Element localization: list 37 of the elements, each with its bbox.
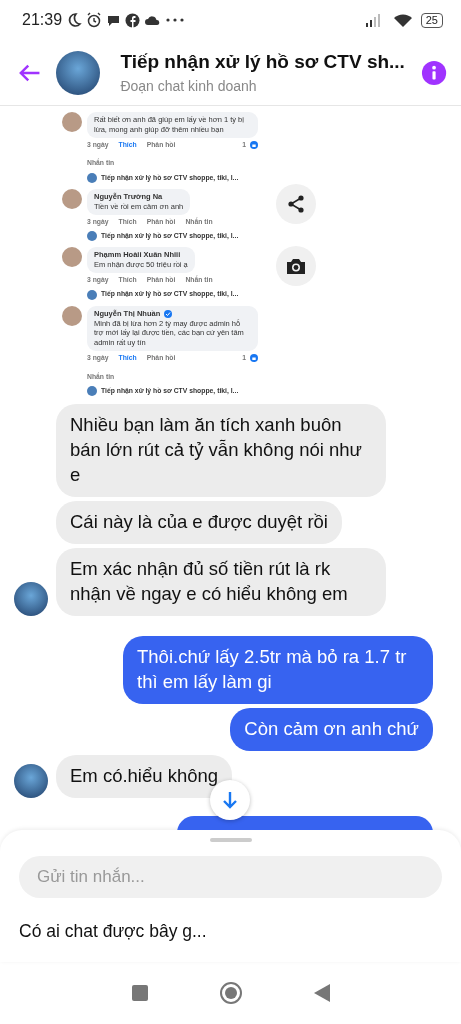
commenter-avatar bbox=[62, 305, 82, 326]
share-button[interactable] bbox=[276, 184, 316, 224]
cloud-icon bbox=[144, 13, 162, 27]
received-message: Cái này là của e được duyệt rồi bbox=[56, 501, 342, 545]
commenter-avatar bbox=[62, 247, 82, 268]
more-icon bbox=[165, 17, 186, 23]
share-icon bbox=[286, 194, 306, 214]
sent-message: Còn cảm ơn anh chứ bbox=[230, 708, 433, 752]
replier-avatar bbox=[87, 289, 97, 300]
facebook-icon bbox=[125, 12, 141, 28]
info-icon[interactable] bbox=[420, 58, 447, 87]
replier-avatar bbox=[87, 386, 97, 397]
down-arrow-icon bbox=[222, 791, 238, 809]
wifi-icon bbox=[392, 12, 413, 28]
moon-icon bbox=[66, 12, 83, 28]
recents-icon[interactable] bbox=[130, 984, 149, 1002]
alarm-icon bbox=[86, 12, 103, 28]
battery-indicator: 25 bbox=[420, 12, 443, 28]
back-icon[interactable] bbox=[18, 62, 41, 83]
back-nav-icon[interactable] bbox=[312, 983, 331, 1003]
sheet-handle[interactable] bbox=[209, 838, 252, 842]
replier-avatar bbox=[87, 231, 97, 242]
received-message: Nhiều bạn làm ăn tích xanh buôn bán lớn rút cả tỷ vẫn không nói như e bbox=[56, 404, 386, 498]
received-message: Em có.hiểu không bbox=[56, 755, 233, 799]
message-input[interactable]: Gửi tin nhắn... bbox=[19, 856, 442, 898]
camera-icon bbox=[285, 257, 307, 275]
received-message: Em xác nhận đủ số tiền rút là rk nhận về ngay e có hiểu không em bbox=[56, 548, 386, 617]
suggested-reply[interactable]: Có ai chat được bây g... bbox=[19, 918, 442, 945]
commenter-avatar bbox=[62, 112, 82, 132]
camera-button[interactable] bbox=[276, 246, 316, 286]
sent-message: Thôi.chứ lấy 2.5tr mà bỏ ra 1.7 tr thì em lấy làm gi bbox=[123, 636, 433, 705]
home-icon[interactable] bbox=[218, 981, 243, 1005]
chat-title: Tiếp nhận xử lý hồ sơ CTV sh... bbox=[120, 49, 405, 74]
replier-avatar bbox=[87, 173, 97, 184]
chat-subtitle: Đoạn chat kinh doanh bbox=[120, 77, 258, 97]
commenter-avatar bbox=[62, 189, 82, 210]
status-time: 21:39 bbox=[22, 10, 63, 30]
